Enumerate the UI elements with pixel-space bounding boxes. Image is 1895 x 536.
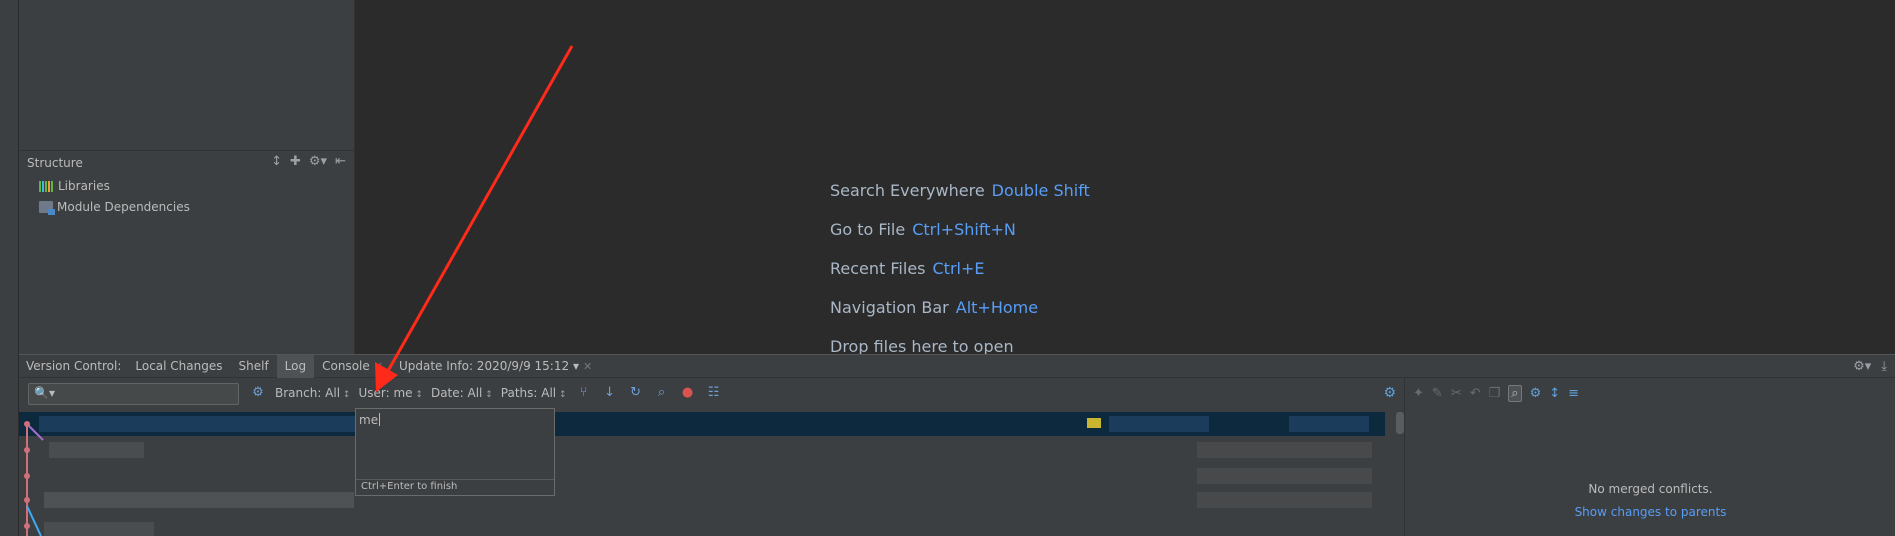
tab-log[interactable]: Log	[276, 354, 315, 378]
collapse-all-icon[interactable]: ≡	[1568, 386, 1579, 401]
go-to-commit-icon[interactable]: ↓	[601, 385, 619, 400]
edit-icon[interactable]: ✎	[1432, 386, 1443, 401]
branch-filter[interactable]: Branch: All	[275, 386, 350, 400]
hint-label: Go to File	[830, 220, 906, 239]
intellisort-icon[interactable]: ☷	[705, 385, 723, 400]
tab-update-info[interactable]: Update Info: 2020/9/9 15:12 ▾ ✕	[391, 355, 600, 378]
redacted-author	[1197, 442, 1372, 458]
chevron-down-icon[interactable]: ▾	[573, 359, 579, 373]
gear-icon[interactable]: ⚙	[1383, 385, 1396, 401]
gear-icon[interactable]: ⚙▾	[309, 154, 327, 169]
left-tool-strip	[0, 0, 19, 536]
version-control-label: Version Control:	[26, 359, 122, 373]
changes-toolbar: ✦ ✎ ✂ ↶ ❐ ⌕ ⚙ ↕ ≡	[1413, 385, 1579, 402]
log-toolbar: 🔍▾ ⚙ Branch: All User: me Date: All Path…	[19, 378, 1404, 410]
changes-panel: ✦ ✎ ✂ ↶ ❐ ⌕ ⚙ ↕ ≡ No merged conflicts. S…	[1404, 378, 1895, 536]
user-filter-input[interactable]: me	[359, 413, 380, 427]
expand-all-icon[interactable]: ↕	[1549, 386, 1560, 401]
hint-shortcut: Double Shift	[991, 181, 1090, 200]
gear-icon[interactable]: ⚙▾	[1853, 359, 1871, 374]
hint-navigation-bar: Navigation Bar Alt+Home	[830, 298, 1038, 317]
vc-window-tools: ⚙▾ ⤓	[1853, 359, 1887, 374]
expand-all-icon[interactable]: ↕	[271, 154, 282, 169]
hint-go-to-file: Go to File Ctrl+Shift+N	[830, 220, 1016, 239]
revert-icon[interactable]: ↶	[1470, 386, 1481, 401]
table-row[interactable]	[19, 488, 1385, 512]
hint-label: Search Everywhere	[830, 181, 985, 200]
close-icon[interactable]: ✕	[583, 360, 592, 373]
settings-icon[interactable]: ⚙	[249, 385, 267, 400]
cherry-pick-icon[interactable]: ●	[679, 385, 697, 400]
search-icon[interactable]: 🔍▾	[34, 386, 55, 400]
hint-label: Navigation Bar	[830, 298, 949, 317]
tag-icon	[1087, 418, 1101, 428]
tab-console[interactable]: Console ✕	[314, 355, 391, 378]
popup-hint-text: Ctrl+Enter to finish	[361, 481, 458, 492]
gear-icon[interactable]: ⚙	[1530, 386, 1542, 401]
hint-shortcut: Ctrl+E	[932, 259, 985, 278]
table-row[interactable]	[19, 438, 1385, 462]
close-icon[interactable]: ✕	[374, 360, 383, 373]
user-filter[interactable]: User: me	[358, 386, 422, 400]
redacted-author	[1197, 468, 1372, 484]
tab-label: Console	[322, 358, 370, 373]
redacted-commit-message	[49, 442, 144, 458]
tree-item-module-dependencies[interactable]: Module Dependencies	[39, 200, 190, 215]
diff-icon[interactable]: ❐	[1489, 386, 1501, 401]
show-changes-to-parents-link[interactable]: Show changes to parents	[1405, 505, 1895, 519]
tree-item-label: Module Dependencies	[57, 200, 190, 214]
hint-label: Recent Files	[830, 259, 926, 278]
pin-icon[interactable]: ✦	[1413, 386, 1424, 401]
commit-list	[19, 410, 1404, 536]
date-filter[interactable]: Date: All	[431, 386, 493, 400]
scrollbar[interactable]	[1396, 412, 1404, 434]
redacted-commit-message	[44, 492, 354, 508]
table-row[interactable]	[19, 514, 1385, 536]
redacted-author	[1109, 416, 1209, 432]
paths-filter[interactable]: Paths: All	[501, 386, 567, 400]
table-row[interactable]	[19, 464, 1385, 488]
structure-toolbar: ↕ ✚ ⚙▾ ⇤	[271, 154, 346, 169]
zoom-icon[interactable]: ⌕	[653, 385, 671, 400]
module-dependencies-icon	[39, 201, 55, 215]
structure-panel-title: Structure	[27, 156, 83, 170]
popup-hint-bar: Ctrl+Enter to finish	[356, 479, 554, 495]
hint-shortcut: Alt+Home	[955, 298, 1039, 317]
redacted-date	[1289, 416, 1369, 432]
tab-local-changes[interactable]: Local Changes	[127, 355, 230, 378]
search-icon[interactable]: ⌕	[1508, 385, 1522, 402]
merge-icon[interactable]: ✂	[1451, 386, 1462, 401]
libraries-icon	[39, 180, 54, 192]
redacted-author	[1197, 492, 1372, 508]
log-search-input[interactable]: 🔍▾	[28, 383, 239, 405]
project-panel	[19, 0, 355, 150]
redacted-commit-message	[39, 416, 359, 432]
version-control-tabbar: Version Control: Local Changes Shelf Log…	[19, 354, 1895, 378]
log-filters: ⚙ Branch: All User: me Date: All Paths: …	[249, 385, 723, 400]
table-row-selected[interactable]	[19, 412, 1385, 436]
refresh-icon[interactable]: ↻	[627, 385, 645, 400]
hint-recent-files: Recent Files Ctrl+E	[830, 259, 984, 278]
no-conflicts-text: No merged conflicts.	[1588, 482, 1713, 496]
tab-label: Update Info: 2020/9/9 15:12	[398, 358, 570, 373]
collapse-all-icon[interactable]: ✚	[290, 154, 301, 169]
hint-search-everywhere: Search Everywhere Double Shift	[830, 181, 1090, 200]
user-filter-popup: me Ctrl+Enter to finish	[355, 408, 555, 496]
hint-shortcut: Ctrl+Shift+N	[912, 220, 1016, 239]
commit-graph	[24, 421, 44, 536]
editor-area: Search Everywhere Double Shift Go to File…	[355, 0, 1895, 356]
branch-graph-icon[interactable]: ⑂	[575, 385, 593, 400]
hide-panel-icon[interactable]: ⤓	[1881, 359, 1887, 374]
tab-shelf[interactable]: Shelf	[231, 355, 277, 378]
tree-item-label: Libraries	[58, 179, 110, 193]
hide-panel-icon[interactable]: ⇤	[335, 154, 346, 169]
tree-item-libraries[interactable]: Libraries	[39, 179, 110, 193]
redacted-commit-message	[44, 522, 154, 536]
structure-panel: Structure ↕ ✚ ⚙▾ ⇤ Libraries Module Depe…	[19, 150, 355, 354]
